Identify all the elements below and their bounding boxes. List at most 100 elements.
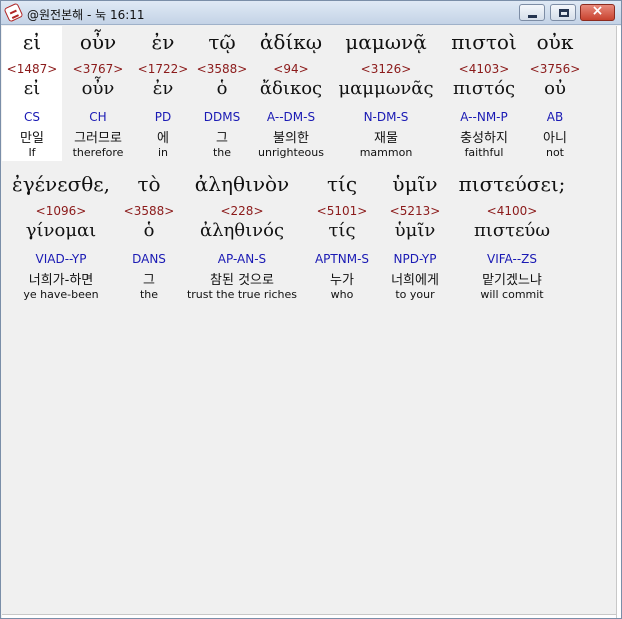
morphology-code: N-DM-S	[363, 110, 409, 124]
korean-gloss: 누가	[330, 273, 354, 288]
lemma: πιστεύω	[473, 220, 551, 241]
close-button[interactable]: ×	[580, 3, 615, 21]
lemma: εἰ	[23, 78, 41, 99]
greek-word: πιστοὶ	[451, 30, 517, 54]
title-bar[interactable]: @원전본해 - 눅 16:11 ×	[1, 1, 621, 25]
korean-gloss: 충성하지	[460, 131, 508, 146]
morphology-code: VIAD--YP	[35, 252, 87, 266]
morphology-code: DDMS	[203, 110, 241, 124]
word-column[interactable]: τίς <5101> τίς APTNM-S 누가 who	[306, 168, 378, 303]
strong-number[interactable]: <94>	[252, 62, 330, 76]
morphology-code: A--DM-S	[266, 110, 316, 124]
english-gloss: the	[212, 146, 232, 159]
greek-word: τίς	[326, 172, 358, 196]
greek-word: ἀληθινὸν	[194, 172, 290, 196]
strong-number[interactable]: <5101>	[306, 204, 378, 218]
greek-word: τῷ	[208, 30, 236, 54]
korean-gloss: 재물	[374, 131, 398, 146]
korean-gloss: 에	[157, 131, 169, 146]
vertical-scrollbar[interactable]	[616, 26, 621, 618]
lemma: γίνομαι	[25, 220, 97, 241]
lemma: ἀληθινός	[199, 220, 285, 241]
lemma: ἄδικος	[259, 78, 323, 99]
greek-word: πιστεύσει;	[458, 172, 566, 196]
lemma: ὑμῖν	[394, 220, 436, 241]
verse-line-1: εἰ <1487> εἰ CS 만일 If οὖν <3767> οὖν CH …	[2, 26, 616, 161]
english-gloss: unrighteous	[258, 146, 324, 159]
strong-number[interactable]: <3756>	[526, 62, 584, 76]
strong-number[interactable]: <1722>	[134, 62, 192, 76]
lemma: ὁ	[216, 78, 228, 99]
word-column[interactable]: ὑμῖν <5213> ὑμῖν NPD-YP 너희에게 to your	[378, 168, 452, 303]
horizontal-scrollbar[interactable]	[2, 614, 616, 618]
korean-gloss: 만일	[20, 131, 44, 146]
morphology-code: DANS	[132, 252, 166, 266]
close-icon: ×	[591, 3, 604, 19]
morphology-code: CH	[89, 110, 107, 124]
strong-number[interactable]: <3588>	[192, 62, 252, 76]
app-window: @원전본해 - 눅 16:11 × εἰ <1487> εἰ CS 만일 If …	[0, 0, 622, 619]
bible-app-icon[interactable]	[3, 2, 24, 23]
lemma: μαμμωνᾶς	[338, 78, 434, 99]
word-column[interactable]: ἐν <1722> ἐν PD 에 in	[134, 26, 192, 161]
morphology-code: APTNM-S	[314, 252, 370, 266]
greek-word: ἀδίκῳ	[259, 30, 323, 54]
maximize-icon	[559, 9, 569, 17]
word-column[interactable]: ἀληθινὸν <228> ἀληθινός AP-AN-S 참된 것으로 t…	[178, 168, 306, 303]
lemma: ὁ	[143, 220, 155, 241]
lemma: πιστός	[452, 78, 516, 99]
english-gloss: in	[157, 146, 169, 159]
english-gloss: will commit	[480, 288, 544, 301]
english-gloss: the	[139, 288, 159, 301]
strong-number[interactable]: <228>	[178, 204, 306, 218]
english-gloss: who	[330, 288, 354, 301]
morphology-code: CS	[24, 110, 40, 124]
strong-number[interactable]: <5213>	[378, 204, 452, 218]
english-gloss: to your	[395, 288, 435, 301]
english-gloss: faithful	[464, 146, 504, 159]
korean-gloss: 맡기겠느냐	[482, 273, 542, 288]
greek-word: εἰ	[22, 30, 42, 54]
english-gloss: ye have-been	[23, 288, 99, 301]
greek-word: μαμωνᾷ	[345, 30, 427, 54]
english-gloss: mammon	[359, 146, 413, 159]
greek-word: οὐκ	[536, 30, 574, 54]
korean-gloss: 너희가-하면	[28, 273, 94, 288]
word-column[interactable]: τῷ <3588> ὁ DDMS 그 the	[192, 26, 252, 161]
strong-number[interactable]: <3767>	[62, 62, 134, 76]
word-column[interactable]: πιστοὶ <4103> πιστός A--NM-P 충성하지 faithf…	[442, 26, 526, 161]
word-column[interactable]: ἐγένεσθε, <1096> γίνομαι VIAD--YP 너희가-하면…	[2, 168, 120, 303]
strong-number[interactable]: <1096>	[2, 204, 120, 218]
word-column[interactable]: τὸ <3588> ὁ DANS 그 the	[120, 168, 178, 303]
minimize-button[interactable]	[519, 4, 545, 21]
word-column[interactable]: οὐκ <3756> οὐ AB 아니 not	[526, 26, 584, 161]
strong-number[interactable]: <4100>	[452, 204, 572, 218]
interlinear-view[interactable]: εἰ <1487> εἰ CS 만일 If οὖν <3767> οὖν CH …	[2, 26, 616, 614]
korean-gloss: 너희에게	[391, 273, 439, 288]
morphology-code: VIFA--ZS	[487, 252, 537, 266]
morphology-code: AP-AN-S	[217, 252, 267, 266]
greek-word: ὑμῖν	[392, 172, 438, 196]
strong-number[interactable]: <3588>	[120, 204, 178, 218]
word-column[interactable]: οὖν <3767> οὖν CH 그러므로 therefore	[62, 26, 134, 161]
word-column[interactable]: ἀδίκῳ <94> ἄδικος A--DM-S 불의한 unrighteou…	[252, 26, 330, 161]
greek-word: οὖν	[79, 30, 117, 54]
korean-gloss: 그	[216, 131, 228, 146]
greek-word: ἐν	[151, 30, 175, 54]
maximize-button[interactable]	[550, 4, 576, 21]
strong-number[interactable]: <3126>	[330, 62, 442, 76]
word-column[interactable]: μαμωνᾷ <3126> μαμμωνᾶς N-DM-S 재물 mammon	[330, 26, 442, 161]
korean-gloss: 그	[143, 273, 155, 288]
word-column[interactable]: πιστεύσει; <4100> πιστεύω VIFA--ZS 맡기겠느냐…	[452, 168, 572, 303]
morphology-code: AB	[546, 110, 564, 124]
morphology-code: PD	[154, 110, 172, 124]
lemma: ἐν	[152, 78, 174, 99]
english-gloss: If	[28, 146, 36, 159]
strong-number[interactable]: <1487>	[2, 62, 62, 76]
greek-word: ἐγένεσθε,	[12, 172, 110, 196]
minimize-icon	[528, 15, 537, 18]
korean-gloss: 그러므로	[74, 131, 122, 146]
word-column[interactable]: εἰ <1487> εἰ CS 만일 If	[2, 26, 62, 161]
korean-gloss: 아니	[543, 131, 567, 146]
strong-number[interactable]: <4103>	[442, 62, 526, 76]
